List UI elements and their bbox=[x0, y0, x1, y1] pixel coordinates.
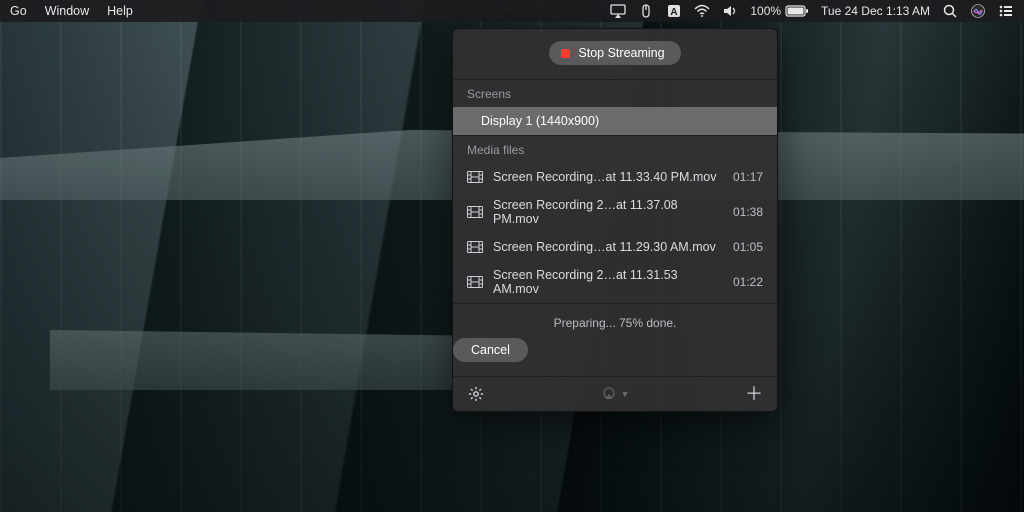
streaming-panel: Stop Streaming Screens Display 1 (1440x9… bbox=[452, 28, 778, 412]
media-filename: Screen Recording…at 11.29.30 AM.mov bbox=[493, 240, 716, 254]
control-list-icon[interactable] bbox=[998, 3, 1014, 19]
panel-footer: ▼ ＋ bbox=[453, 376, 777, 411]
status-section: Preparing... 75% done. Cancel bbox=[453, 303, 777, 376]
cancel-label: Cancel bbox=[471, 343, 510, 357]
chevron-down-icon: ▼ bbox=[621, 389, 630, 399]
spotlight-icon[interactable] bbox=[942, 3, 958, 19]
media-row[interactable]: Screen Recording…at 11.33.40 PM.mov 01:17 bbox=[453, 163, 777, 191]
media-row[interactable]: Screen Recording 2…at 11.37.08 PM.mov 01:… bbox=[453, 191, 777, 233]
volume-icon[interactable] bbox=[722, 3, 738, 19]
menu-help[interactable]: Help bbox=[107, 4, 133, 18]
mouse-icon[interactable] bbox=[638, 3, 654, 19]
media-filename: Screen Recording…at 11.33.40 PM.mov bbox=[493, 170, 717, 184]
record-indicator-icon bbox=[561, 49, 570, 58]
film-icon bbox=[467, 241, 483, 253]
siri-icon[interactable] bbox=[970, 3, 986, 19]
screen-mirror-icon[interactable] bbox=[610, 3, 626, 19]
airplay-selector[interactable]: ▼ bbox=[485, 386, 745, 402]
screens-list: Display 1 (1440x900) bbox=[453, 107, 777, 135]
screens-header: Screens bbox=[453, 79, 777, 107]
add-button[interactable]: ＋ bbox=[745, 385, 763, 403]
wifi-icon[interactable] bbox=[694, 3, 710, 19]
menu-go[interactable]: Go bbox=[10, 4, 27, 18]
media-filename: Screen Recording 2…at 11.37.08 PM.mov bbox=[493, 198, 723, 226]
menubar: Go Window Help A 100% Tue 24 Dec 1:13 AM bbox=[0, 0, 1024, 22]
battery-percent: 100% bbox=[750, 4, 781, 18]
settings-gear-icon[interactable] bbox=[467, 385, 485, 403]
media-duration: 01:38 bbox=[733, 205, 763, 219]
stop-streaming-label: Stop Streaming bbox=[578, 46, 664, 60]
menubar-clock[interactable]: Tue 24 Dec 1:13 AM bbox=[821, 4, 930, 18]
preparing-status: Preparing... 75% done. bbox=[453, 316, 777, 330]
media-row[interactable]: Screen Recording…at 11.29.30 AM.mov 01:05 bbox=[453, 233, 777, 261]
media-list: Screen Recording…at 11.33.40 PM.mov 01:17… bbox=[453, 163, 777, 303]
media-duration: 01:17 bbox=[733, 170, 763, 184]
film-icon bbox=[467, 171, 483, 183]
menu-window[interactable]: Window bbox=[45, 4, 89, 18]
screen-row[interactable]: Display 1 (1440x900) bbox=[453, 107, 777, 135]
menubar-left: Go Window Help bbox=[10, 4, 133, 18]
menubar-right: A 100% Tue 24 Dec 1:13 AM bbox=[610, 3, 1014, 19]
panel-top: Stop Streaming bbox=[453, 29, 777, 79]
media-filename: Screen Recording 2…at 11.31.53 AM.mov bbox=[493, 268, 723, 296]
film-icon bbox=[467, 276, 483, 288]
battery-status[interactable]: 100% bbox=[750, 4, 809, 18]
media-duration: 01:05 bbox=[733, 240, 763, 254]
stop-streaming-button[interactable]: Stop Streaming bbox=[549, 41, 680, 65]
media-header: Media files bbox=[453, 135, 777, 163]
input-a-icon[interactable]: A bbox=[666, 3, 682, 19]
media-row[interactable]: Screen Recording 2…at 11.31.53 AM.mov 01:… bbox=[453, 261, 777, 303]
svg-text:A: A bbox=[671, 7, 678, 18]
cancel-button[interactable]: Cancel bbox=[453, 338, 528, 362]
screen-label: Display 1 (1440x900) bbox=[481, 114, 599, 128]
film-icon bbox=[467, 206, 483, 218]
media-duration: 01:22 bbox=[733, 275, 763, 289]
